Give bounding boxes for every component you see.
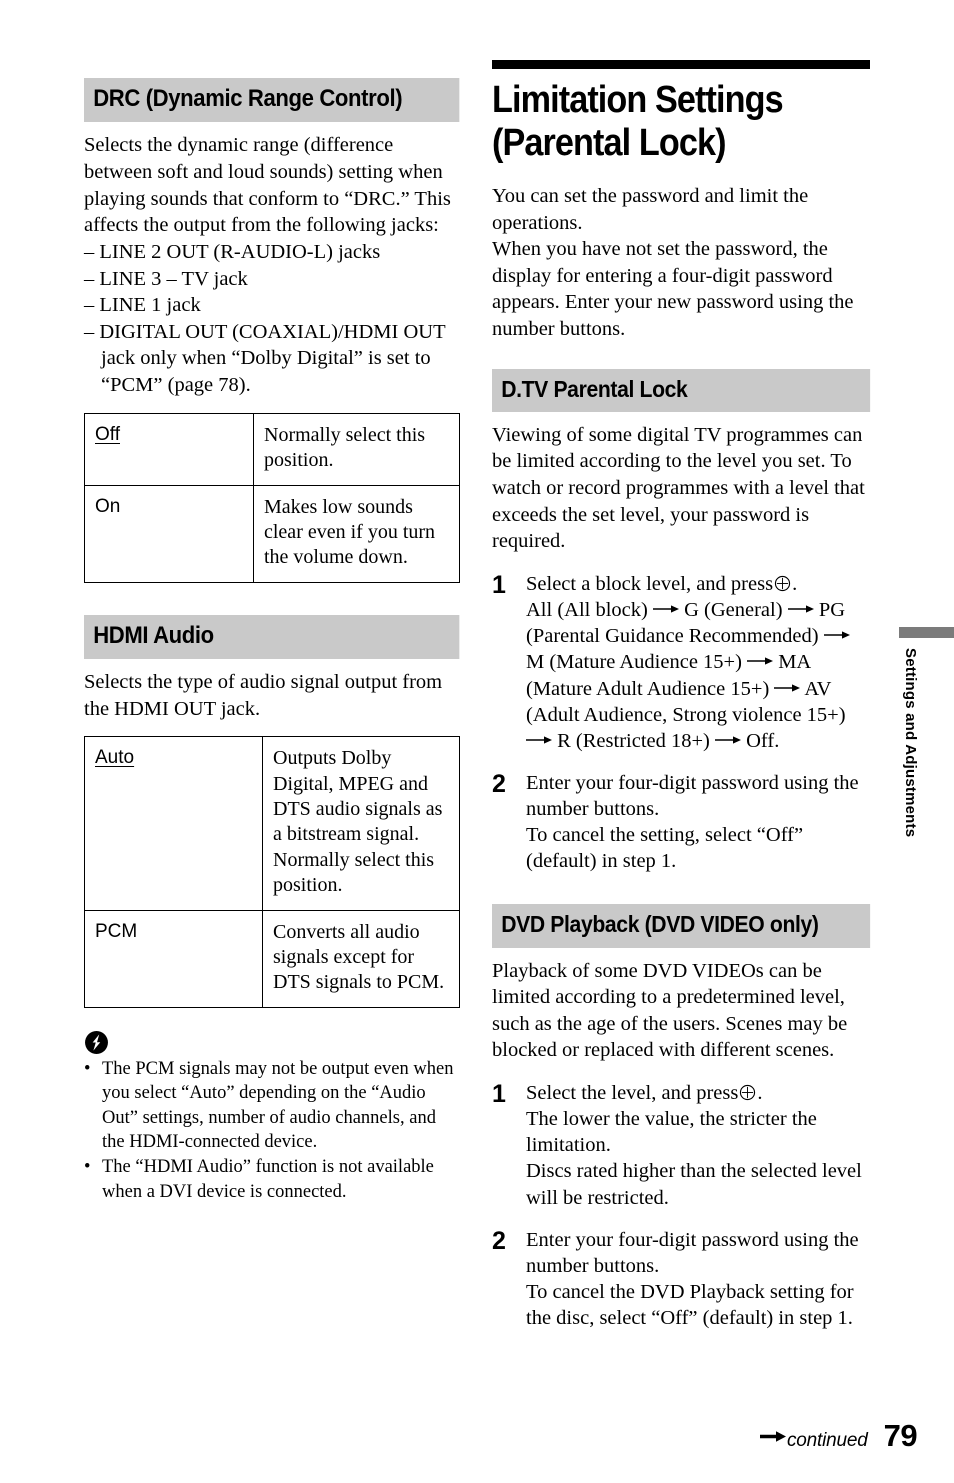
page-footer: continued 79 bbox=[760, 1418, 918, 1454]
step-instruction: Enter your four-digit password using the… bbox=[526, 1228, 859, 1277]
dvd-playback-step-2: 2 Enter your four-digit password using t… bbox=[492, 1227, 870, 1332]
step-text: Enter your four-digit password using the… bbox=[526, 1227, 870, 1332]
manual-page: DRC (Dynamic Range Control) Selects the … bbox=[0, 0, 954, 1483]
section-drc: DRC (Dynamic Range Control) Selects the … bbox=[84, 78, 460, 583]
page-title: Limitation Settings (Parental Lock) bbox=[492, 79, 784, 164]
step-number: 2 bbox=[492, 769, 506, 798]
option-label-off: Off bbox=[95, 423, 120, 445]
chain-item: G (General) bbox=[684, 599, 783, 622]
step-note: Discs rated higher than the selected lev… bbox=[526, 1160, 862, 1209]
right-arrow-icon bbox=[715, 736, 741, 744]
table-row: PCM Converts all audio signals except fo… bbox=[84, 909, 460, 1008]
continued-label: continued bbox=[787, 1430, 868, 1451]
table-row: On Makes low sounds clear even if you tu… bbox=[84, 484, 460, 583]
dvd-playback-heading: DVD Playback (DVD VIDEO only) bbox=[492, 904, 870, 948]
right-arrow-icon bbox=[652, 605, 679, 613]
right-column: Limitation Settings (Parental Lock) You … bbox=[492, 60, 870, 1331]
list-item-continuation: jack only when “Dolby Digital” is set to… bbox=[101, 347, 431, 397]
step-instruction-end: . bbox=[792, 573, 798, 596]
right-arrow-icon bbox=[787, 605, 814, 613]
dvd-playback-step-1: 1 Select the level, and press . The lowe… bbox=[492, 1080, 870, 1211]
dtv-intro-paragraph: Viewing of some digital TV programmes ca… bbox=[492, 423, 865, 553]
option-label-on: On bbox=[95, 495, 121, 517]
table-row: Auto Outputs Dolby Digital, MPEG and DTS… bbox=[84, 736, 460, 911]
step-note: The lower the value, the stricter the li… bbox=[526, 1108, 817, 1157]
chain-item: Off. bbox=[746, 729, 780, 752]
table-cell-option: PCM bbox=[84, 909, 263, 1008]
dtv-step-1: 1 Select a block level, and press . All … bbox=[492, 571, 870, 754]
table-cell-description: Outputs Dolby Digital, MPEG and DTS audi… bbox=[262, 736, 460, 911]
list-item: The PCM signals may not be output even w… bbox=[84, 1057, 460, 1155]
step-text: Select the level, and press . The lower … bbox=[526, 1080, 870, 1211]
table-cell-description: Makes low sounds clear even if you turn … bbox=[253, 484, 460, 583]
step-note: To cancel the setting, select “Off” (def… bbox=[526, 824, 804, 873]
hdmi-audio-options-table: Auto Outputs Dolby Digital, MPEG and DTS… bbox=[84, 736, 460, 1008]
continued-arrow-icon bbox=[760, 1430, 786, 1442]
step-instruction: Select a block level, and press bbox=[526, 573, 774, 596]
step-instruction: Select the level, and press bbox=[526, 1082, 739, 1105]
chain-item: All (All block) bbox=[526, 599, 648, 622]
step-number: 1 bbox=[492, 1080, 506, 1109]
step-text: Select a block level, and press . All (A… bbox=[526, 571, 870, 754]
hdmi-audio-heading: HDMI Audio bbox=[84, 614, 460, 659]
section-dtv-parental-lock: D.TV Parental Lock Viewing of some digit… bbox=[492, 368, 870, 875]
note-lightning-icon bbox=[85, 1030, 108, 1054]
dtv-parental-lock-heading: D.TV Parental Lock bbox=[492, 368, 870, 412]
right-arrow-icon bbox=[526, 736, 552, 744]
table-row: Off Normally select this position. bbox=[84, 412, 460, 486]
drc-jack-list: – LINE 2 OUT (R-AUDIO-L) jacks – LINE 3 … bbox=[84, 239, 460, 399]
step-instruction-line: Select the level, and press . bbox=[526, 1080, 870, 1106]
enter-circle-cross-icon bbox=[774, 575, 791, 592]
drc-options-table: Off Normally select this position. On Ma… bbox=[84, 412, 460, 583]
hdmi-audio-intro-paragraph: Selects the type of audio signal output … bbox=[84, 670, 443, 720]
right-arrow-icon bbox=[747, 657, 774, 666]
right-arrow-icon bbox=[823, 631, 850, 639]
table-cell-option: Off bbox=[84, 412, 254, 486]
drc-heading: DRC (Dynamic Range Control) bbox=[84, 78, 460, 123]
page-number: 79 bbox=[883, 1418, 918, 1453]
left-column: DRC (Dynamic Range Control) Selects the … bbox=[84, 78, 460, 1205]
enter-circle-cross-icon bbox=[740, 1085, 756, 1101]
step-instruction: Enter your four-digit password using the… bbox=[526, 771, 859, 821]
table-cell-description: Normally select this position. bbox=[253, 412, 460, 486]
step-number: 1 bbox=[492, 571, 506, 600]
list-item: – LINE 3 – TV jack bbox=[84, 267, 248, 290]
chain-item: R (Restricted 18+) bbox=[557, 729, 710, 752]
dtv-step-2: 2 Enter your four-digit password using t… bbox=[492, 770, 870, 875]
table-cell-option: On bbox=[84, 484, 254, 583]
step-number: 2 bbox=[492, 1226, 506, 1255]
section-dvd-playback: DVD Playback (DVD VIDEO only) Playback o… bbox=[492, 904, 870, 1331]
drc-intro-paragraph: Selects the dynamic range (difference be… bbox=[84, 134, 451, 237]
step-note: To cancel the DVD Playback setting for t… bbox=[526, 1280, 854, 1330]
chapter-rule bbox=[492, 60, 870, 69]
table-cell-option: Auto bbox=[84, 736, 263, 911]
chain-item: M (Mature Audience 15+) bbox=[526, 651, 742, 674]
side-tab-bar bbox=[899, 627, 954, 638]
chapter-intro-paragraph-1: You can set the password and limit the o… bbox=[492, 184, 809, 234]
right-arrow-icon bbox=[774, 683, 801, 692]
list-item: – LINE 2 OUT (R-AUDIO-L) jacks bbox=[84, 240, 381, 263]
dvd-playback-intro-paragraph: Playback of some DVD VIDEOs can be limit… bbox=[492, 959, 848, 1062]
hdmi-audio-notes: The PCM signals may not be output even w… bbox=[84, 1057, 460, 1204]
chapter-intro-paragraph-2: When you have not set the password, the … bbox=[492, 238, 854, 341]
option-label-pcm: PCM bbox=[95, 920, 138, 942]
dtv-block-level-chain: All (All block) G (General) PG (Parental… bbox=[526, 597, 870, 754]
list-item: – LINE 1 jack bbox=[84, 294, 201, 317]
list-item: The “HDMI Audio” function is not availab… bbox=[84, 1155, 460, 1204]
option-label-auto: Auto bbox=[95, 747, 135, 769]
side-tab-label: Settings and Adjustments bbox=[902, 648, 919, 838]
table-cell-description: Converts all audio signals except for DT… bbox=[262, 909, 460, 1008]
step-text: Enter your four-digit password using the… bbox=[526, 770, 870, 875]
section-hdmi-audio: HDMI Audio Selects the type of audio sig… bbox=[84, 614, 460, 1205]
step-instruction-end: . bbox=[757, 1082, 763, 1105]
list-item: – DIGITAL OUT (COAXIAL)/HDMI OUT jack on… bbox=[84, 319, 460, 399]
